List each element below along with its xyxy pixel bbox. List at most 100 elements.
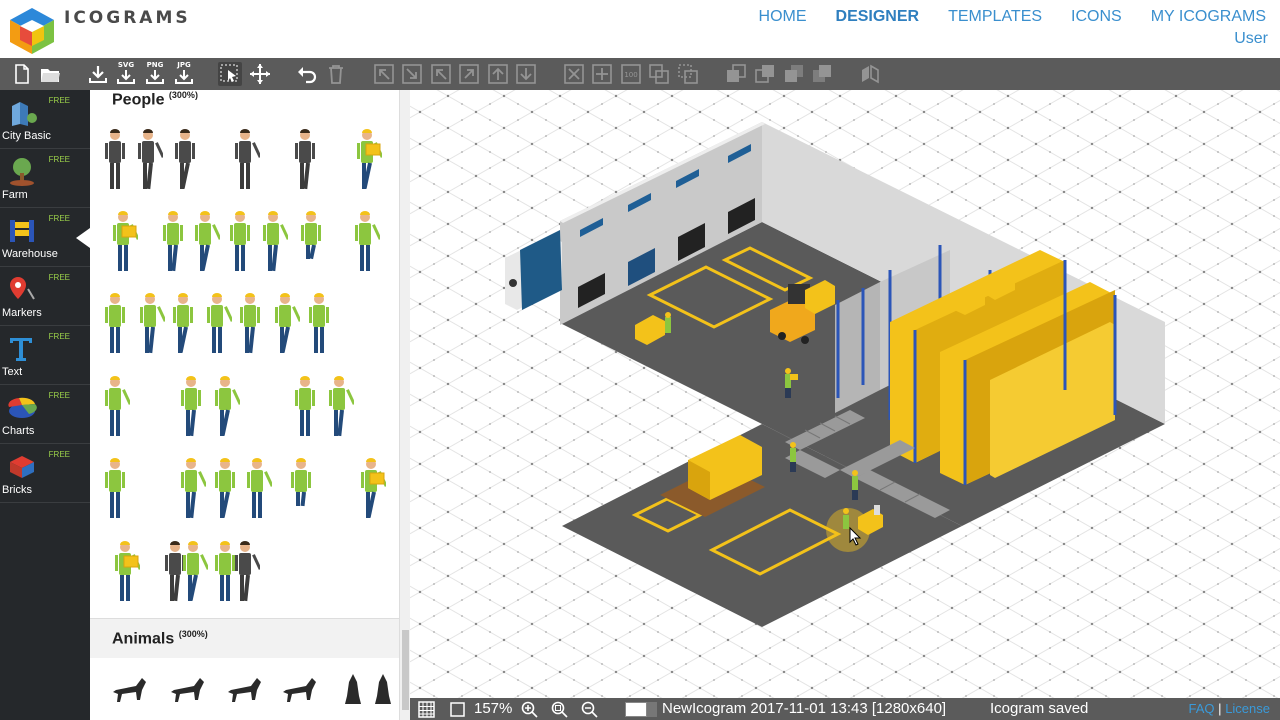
category-sidebar: FREE City Basic FREE Farm FREE Warehouse… xyxy=(0,90,90,720)
layer-icon-2[interactable] xyxy=(753,62,777,86)
businessman-figure[interactable] xyxy=(230,128,260,194)
dog-figure[interactable] xyxy=(168,670,208,710)
dog-figure[interactable] xyxy=(225,670,265,710)
worker-figure[interactable] xyxy=(356,457,386,523)
worker-figure[interactable] xyxy=(168,292,198,358)
category-bricks[interactable]: FREE Bricks xyxy=(0,444,90,503)
people-title-text: People xyxy=(112,91,165,109)
design-canvas[interactable] xyxy=(410,90,1280,698)
category-charts[interactable]: FREE Charts xyxy=(0,385,90,444)
worker-figure[interactable] xyxy=(158,210,188,276)
send-to-back-icon[interactable] xyxy=(400,62,424,86)
worker-figure[interactable] xyxy=(176,457,206,523)
city-icon xyxy=(12,102,37,126)
delete-icon[interactable] xyxy=(324,62,348,86)
zoom-reset-icon[interactable] xyxy=(551,701,569,719)
worker-figure[interactable] xyxy=(225,210,255,276)
nav-home[interactable]: HOME xyxy=(759,8,807,26)
move-forward-icon[interactable] xyxy=(457,62,481,86)
move-down-icon[interactable] xyxy=(514,62,538,86)
undo-icon[interactable] xyxy=(295,62,319,86)
nav-icons[interactable]: ICONS xyxy=(1071,8,1122,26)
open-folder-icon[interactable] xyxy=(38,62,62,86)
layer-icon-3[interactable] xyxy=(782,62,806,86)
businessman-figure[interactable] xyxy=(170,128,200,194)
bring-to-front-icon[interactable] xyxy=(372,62,396,86)
zoom-out-icon[interactable] xyxy=(581,701,599,719)
export-jpg-button[interactable]: JPG xyxy=(172,61,196,86)
new-file-icon[interactable] xyxy=(10,62,34,86)
export-jpg-label: JPG xyxy=(177,61,191,69)
animals-section-header[interactable]: Animals (300%) xyxy=(90,618,400,658)
category-warehouse[interactable]: FREE Warehouse xyxy=(0,208,90,267)
worker-figure[interactable] xyxy=(350,210,380,276)
businessman-figure[interactable] xyxy=(230,540,260,606)
save-download-icon[interactable] xyxy=(86,62,110,86)
export-png-button[interactable]: PNG xyxy=(143,61,167,86)
faq-link[interactable]: FAQ xyxy=(1189,701,1215,716)
export-svg-button[interactable]: SVG xyxy=(114,61,138,86)
worker-figure[interactable] xyxy=(286,457,316,523)
move-up-icon[interactable] xyxy=(486,62,510,86)
worker-figure[interactable] xyxy=(290,375,320,441)
icograms-logo[interactable] xyxy=(6,6,58,56)
worker-figure[interactable] xyxy=(100,457,130,523)
chart-icon xyxy=(8,397,37,418)
license-link[interactable]: License xyxy=(1225,701,1270,716)
color-dropdown-arrow[interactable] xyxy=(647,702,657,717)
worker-figure[interactable] xyxy=(190,210,220,276)
worker-figure[interactable] xyxy=(324,375,354,441)
zoom-in-icon[interactable] xyxy=(521,701,539,719)
category-markers[interactable]: FREE Markers xyxy=(0,267,90,326)
palette-scrollbar[interactable] xyxy=(399,90,410,720)
layer-icon-1[interactable] xyxy=(724,62,748,86)
shrink-icon[interactable] xyxy=(562,62,586,86)
category-farm[interactable]: FREE Farm xyxy=(0,149,90,208)
category-text[interactable]: FREE Text xyxy=(0,326,90,385)
worker-figure[interactable] xyxy=(258,210,288,276)
size-100-icon[interactable]: 100 xyxy=(619,62,643,86)
worker-figure[interactable] xyxy=(270,292,300,358)
group-icon[interactable] xyxy=(647,62,671,86)
worker-figure[interactable] xyxy=(202,292,232,358)
background-color-picker[interactable] xyxy=(625,702,647,717)
ungroup-icon[interactable] xyxy=(676,62,700,86)
move-backward-icon[interactable] xyxy=(429,62,453,86)
palette-scrollbar-thumb[interactable] xyxy=(402,630,409,710)
expand-icon[interactable] xyxy=(590,62,614,86)
worker-figure[interactable] xyxy=(296,210,326,276)
layer-icon-4[interactable] xyxy=(810,62,834,86)
worker-figure[interactable] xyxy=(242,457,272,523)
worker-figure[interactable] xyxy=(178,540,208,606)
nav-my-icograms[interactable]: MY ICOGRAMS xyxy=(1151,8,1266,26)
flip-icon[interactable] xyxy=(858,62,882,86)
businessman-figure[interactable] xyxy=(133,128,163,194)
worker-figure[interactable] xyxy=(176,375,206,441)
export-svg-label: SVG xyxy=(117,61,135,69)
dog-figure[interactable] xyxy=(365,670,400,710)
nav-templates[interactable]: TEMPLATES xyxy=(948,8,1042,26)
worker-figure[interactable] xyxy=(108,210,138,276)
category-label: Text xyxy=(2,366,23,378)
select-tool-icon[interactable] xyxy=(218,62,242,86)
worker-figure[interactable] xyxy=(210,375,240,441)
dog-figure[interactable] xyxy=(110,670,150,710)
worker-figure[interactable] xyxy=(100,375,130,441)
worker-figure[interactable] xyxy=(100,292,130,358)
worker-figure[interactable] xyxy=(210,457,240,523)
businessman-figure[interactable] xyxy=(290,128,320,194)
businessman-figure[interactable] xyxy=(100,128,130,194)
nav-designer[interactable]: DESIGNER xyxy=(836,8,920,26)
worker-figure[interactable] xyxy=(352,128,382,194)
user-menu-link[interactable]: User xyxy=(1234,30,1268,48)
worker-figure[interactable] xyxy=(235,292,265,358)
worker-figure[interactable] xyxy=(304,292,334,358)
worker-figure[interactable] xyxy=(135,292,165,358)
people-section-title: People (300%) xyxy=(112,90,198,109)
worker-figure[interactable] xyxy=(110,540,140,606)
fit-page-icon[interactable] xyxy=(450,702,465,717)
dog-figure[interactable] xyxy=(280,670,320,710)
grid-toggle-icon[interactable] xyxy=(418,701,435,718)
move-tool-icon[interactable] xyxy=(248,62,272,86)
category-city-basic[interactable]: FREE City Basic xyxy=(0,90,90,149)
